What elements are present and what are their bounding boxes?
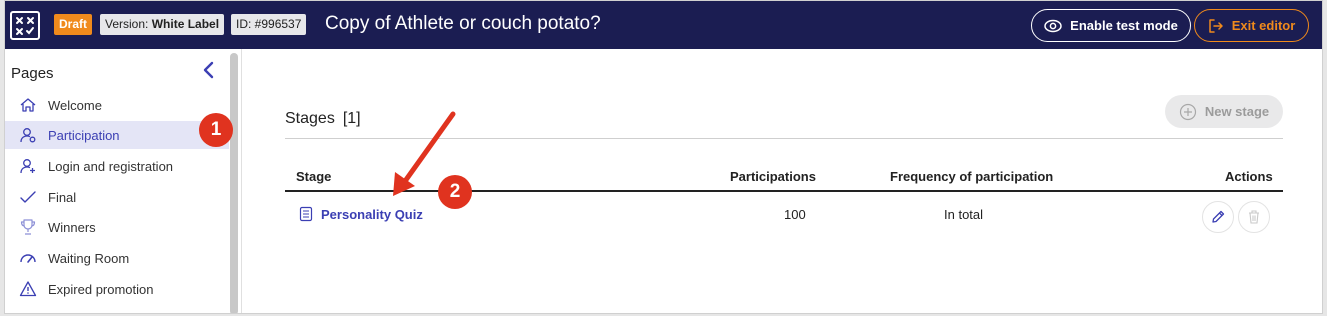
trash-icon — [1249, 210, 1259, 224]
user-gear-icon — [20, 128, 36, 143]
column-header-frequency: Frequency of participation — [890, 169, 1054, 184]
plus-circle-icon — [1179, 103, 1196, 120]
eye-icon — [1044, 19, 1062, 32]
sidebar-divider — [241, 49, 242, 313]
sidebar-item-label: Welcome — [48, 98, 102, 113]
home-icon — [20, 98, 36, 112]
app-window: Draft Version: White Label ID: #996537 C… — [4, 0, 1323, 314]
version-badge: Version: White Label — [100, 14, 225, 35]
sidebar-item-winners[interactable]: Winners — [5, 213, 229, 241]
sidebar-item-label: Expired promotion — [48, 282, 154, 297]
pages-sidebar: Pages Welcome Participation Login and re… — [5, 49, 229, 313]
warning-icon — [19, 281, 37, 297]
exit-editor-button[interactable]: Exit editor — [1194, 9, 1309, 42]
version-label: Version: — [105, 17, 149, 31]
stages-count: [1] — [342, 110, 361, 127]
sidebar-item-label: Waiting Room — [48, 251, 130, 266]
annotation-badge-1: 1 — [199, 113, 233, 147]
sidebar-item-welcome[interactable]: Welcome — [5, 91, 229, 119]
app-logo-icon[interactable] — [10, 11, 40, 40]
delete-stage-button[interactable] — [1238, 201, 1270, 233]
exit-icon — [1208, 18, 1223, 33]
document-list-icon — [299, 206, 313, 222]
page-title: Copy of Athlete or couch potato? — [325, 13, 601, 34]
stages-title: Stages — [285, 110, 335, 127]
trophy-icon — [20, 219, 36, 235]
top-bar: Draft Version: White Label ID: #996537 C… — [5, 1, 1322, 49]
new-stage-label: New stage — [1204, 104, 1270, 119]
column-header-actions: Actions — [1225, 169, 1273, 184]
sidebar-item-login-and-registration[interactable]: Login and registration — [5, 152, 229, 180]
user-add-icon — [20, 159, 35, 174]
column-header-stage: Stage — [296, 169, 332, 184]
enable-test-mode-button[interactable]: Enable test mode — [1031, 9, 1191, 42]
participations-value: 100 — [784, 207, 806, 222]
sidebar-scrollbar[interactable] — [230, 53, 238, 313]
stages-heading: Stages [1] — [285, 110, 361, 128]
table-header-divider — [285, 190, 1283, 192]
table-row: Personality Quiz 100 In total — [285, 196, 1283, 234]
pencil-icon — [1212, 210, 1225, 223]
speedometer-icon — [20, 254, 36, 263]
sidebar-item-final[interactable]: Final — [5, 183, 229, 211]
sidebar-item-label: Login and registration — [48, 159, 174, 174]
sidebar-item-label: Participation — [48, 128, 120, 143]
frequency-value: In total — [944, 207, 984, 222]
annotation-badge-2: 2 — [438, 175, 472, 209]
status-badge: Draft — [54, 14, 93, 35]
sidebar-title: Pages — [11, 65, 54, 82]
stage-name-link[interactable]: Personality Quiz — [321, 207, 423, 222]
column-header-participations: Participations — [730, 169, 816, 184]
sidebar-item-waiting-room[interactable]: Waiting Room — [5, 244, 229, 272]
edit-stage-button[interactable] — [1202, 201, 1234, 233]
sidebar-item-participation[interactable]: Participation — [5, 121, 229, 149]
collapse-sidebar-icon[interactable] — [201, 61, 217, 79]
enable-test-mode-label: Enable test mode — [1070, 18, 1178, 33]
sidebar-item-expired-promotion[interactable]: Expired promotion — [5, 275, 229, 303]
heading-divider — [285, 138, 1283, 139]
new-stage-button[interactable]: New stage — [1165, 95, 1283, 128]
version-value: White Label — [151, 17, 220, 31]
sidebar-item-label: Final — [48, 190, 77, 205]
exit-editor-label: Exit editor — [1231, 18, 1296, 33]
checkmark-icon — [20, 191, 36, 203]
id-badge: ID: #996537 — [231, 14, 307, 35]
sidebar-item-label: Winners — [48, 220, 96, 235]
